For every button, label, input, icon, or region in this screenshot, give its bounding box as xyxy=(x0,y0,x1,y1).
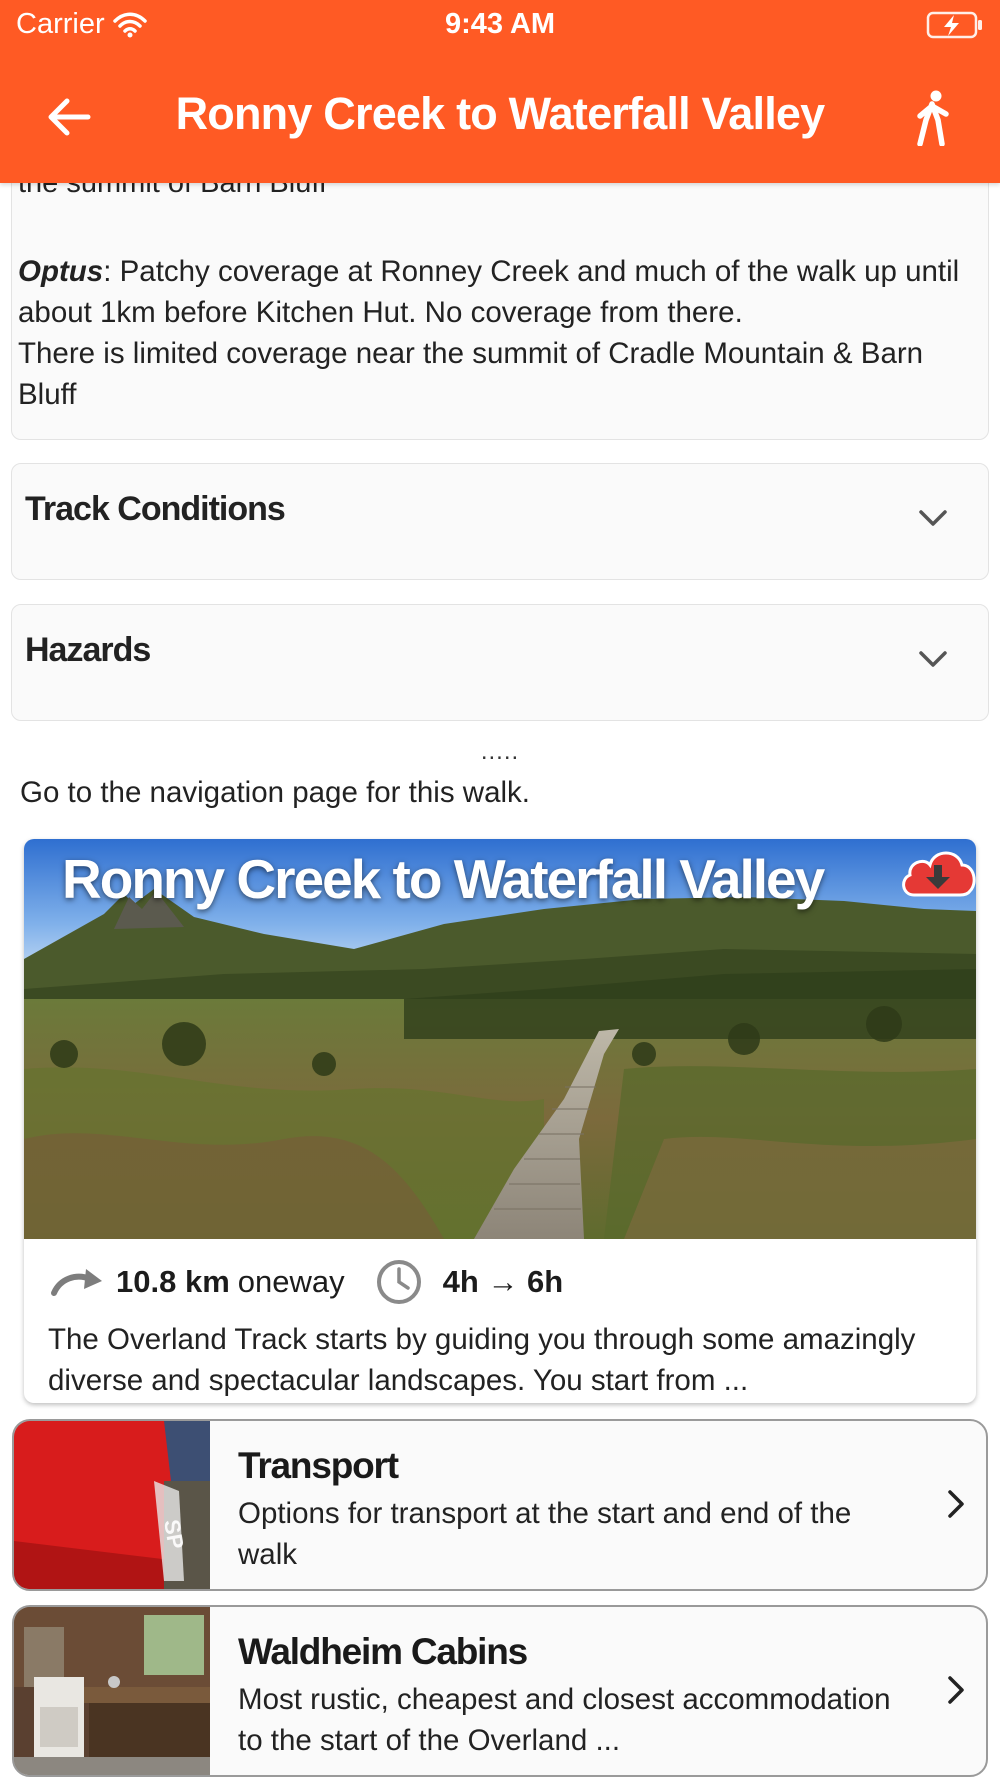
list-item-title: Waldheim Cabins xyxy=(238,1631,528,1672)
svg-text:SP: SP xyxy=(159,1518,189,1551)
walk-stats: 10.8 km oneway 4h → 6h xyxy=(50,1257,563,1307)
separator-dots: ..... xyxy=(480,738,520,765)
walk-mode-button[interactable] xyxy=(904,88,960,148)
list-item-description: Options for transport at the start and e… xyxy=(238,1497,852,1571)
content-scroll-area[interactable]: the summit of Barn Bluff Optus: Patchy c… xyxy=(0,0,1000,1778)
walk-distance: 10.8 km xyxy=(116,1264,230,1299)
chevron-down-icon xyxy=(919,510,947,526)
coverage-text: Optus: Patchy coverage at Ronney Creek a… xyxy=(18,251,983,415)
app-header: Carrier 9:43 AM Ronny Creek to Waterfall… xyxy=(0,0,1000,183)
accordion-title: Track Conditions xyxy=(25,490,286,528)
walk-hero-image: Ronny Creek to Waterfall Valley xyxy=(24,839,976,1239)
list-item-description: Most rustic, cheapest and closest accomm… xyxy=(238,1683,891,1757)
list-item-transport[interactable]: SP Transport Options for transport at th… xyxy=(12,1419,988,1591)
walking-person-icon xyxy=(917,90,949,146)
clock-icon xyxy=(376,1260,421,1304)
optus-label: Optus xyxy=(18,255,104,288)
accordion-title: Hazards xyxy=(25,631,151,669)
phone-coverage-card: the summit of Barn Bluff Optus: Patchy c… xyxy=(11,140,989,440)
limited-coverage-text: There is limited coverage near the summi… xyxy=(18,337,924,411)
walk-description: The Overland Track starts by guiding you… xyxy=(48,1323,916,1397)
status-bar: Carrier 9:43 AM xyxy=(0,0,1000,50)
status-time: 9:43 AM xyxy=(444,8,556,40)
list-item-waldheim-cabins[interactable]: Waldheim Cabins Most rustic, cheapest an… xyxy=(12,1605,988,1777)
one-way-arrow-icon xyxy=(51,1269,102,1296)
navigation-bar: Ronny Creek to Waterfall Valley xyxy=(0,74,1000,162)
walk-card-title: Ronny Creek to Waterfall Valley xyxy=(62,848,825,910)
walk-distance-type: oneway xyxy=(237,1264,345,1299)
waldheim-cabins-thumbnail xyxy=(14,1607,210,1775)
cloud-download-icon[interactable] xyxy=(898,843,976,903)
navigation-page-link[interactable]: Go to the navigation page for this walk. xyxy=(20,776,530,810)
list-item-title: Transport xyxy=(238,1445,399,1486)
battery-charging-icon xyxy=(926,11,982,39)
chevron-right-icon xyxy=(948,1676,964,1704)
accordion-hazards[interactable]: Hazards xyxy=(11,604,989,721)
chevron-down-icon xyxy=(919,651,947,667)
walk-card[interactable]: Ronny Creek to Waterfall Valley 10.8 km … xyxy=(24,839,976,1403)
page-title: Ronny Creek to Waterfall Valley xyxy=(175,88,826,139)
chevron-right-icon xyxy=(948,1490,964,1518)
transport-thumbnail: SP xyxy=(14,1421,210,1589)
arrow-left-icon xyxy=(48,98,91,136)
accordion-track-conditions[interactable]: Track Conditions xyxy=(11,463,989,580)
walk-duration: 4h → 6h xyxy=(442,1264,564,1299)
back-button[interactable] xyxy=(44,92,94,142)
optus-text: : Patchy coverage at Ronney Creek and mu… xyxy=(18,255,960,329)
